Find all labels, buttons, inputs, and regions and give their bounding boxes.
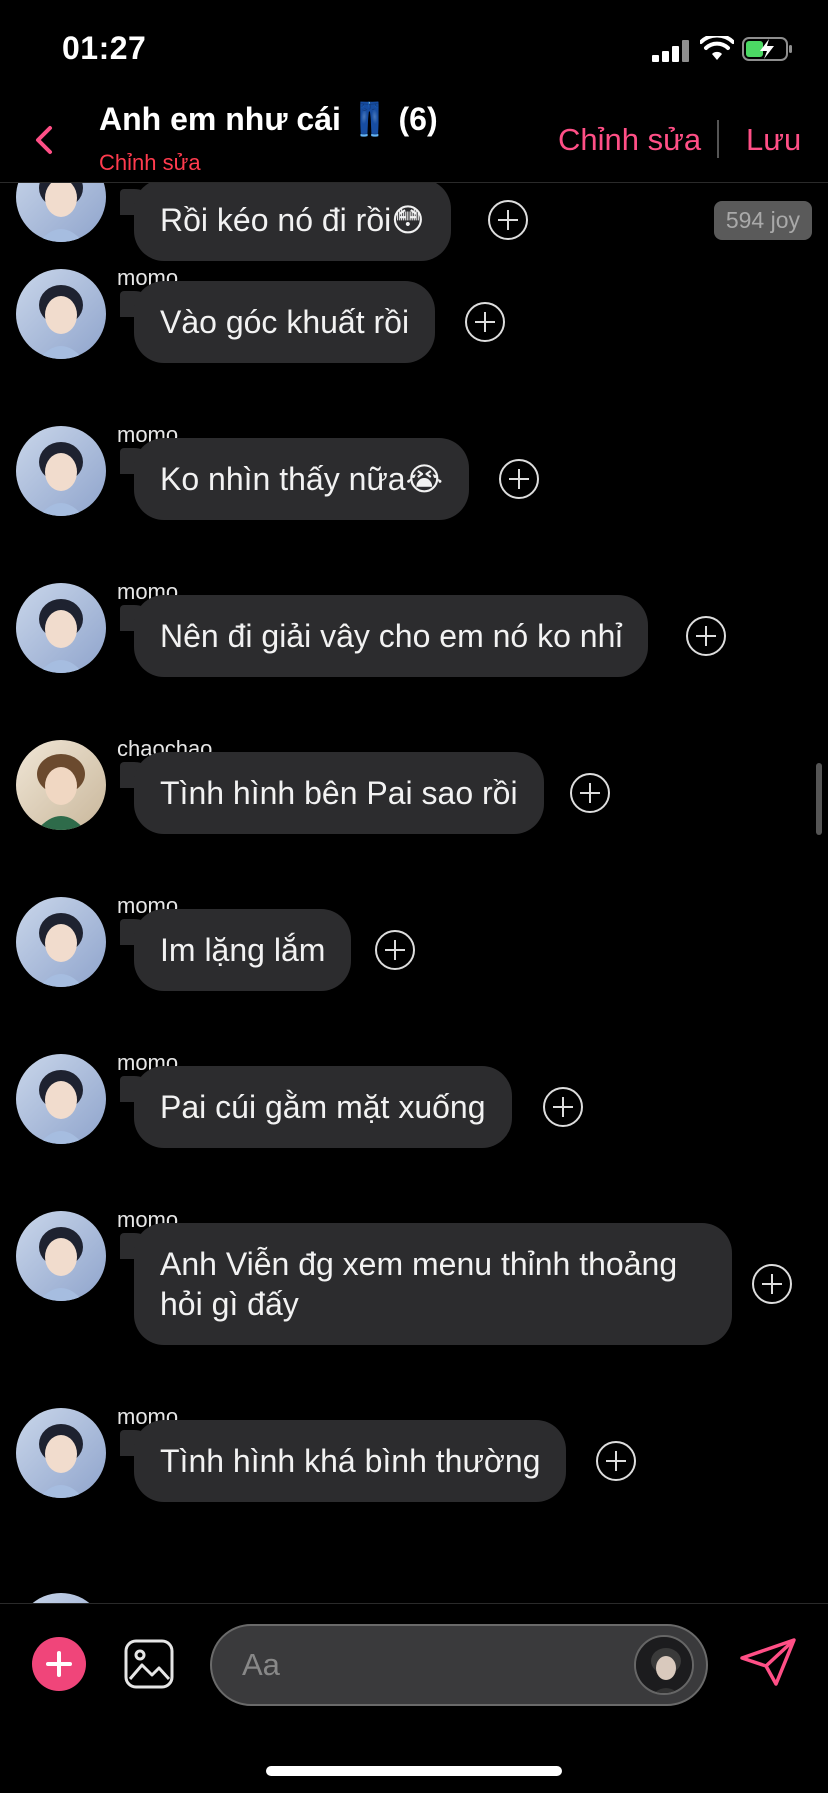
add-reaction-icon[interactable] <box>499 459 539 499</box>
message-text: Pai cúi gằm mặt xuống <box>160 1089 486 1125</box>
message-text: Vào góc khuất rồi <box>160 304 410 340</box>
battery-charging-icon <box>742 37 792 61</box>
scrollbar[interactable] <box>816 763 822 835</box>
add-reaction-icon[interactable] <box>752 1264 792 1304</box>
chat-subtitle[interactable]: Chỉnh sửa <box>99 150 201 176</box>
avatar-momo[interactable] <box>16 897 106 987</box>
composer-bar <box>0 1603 828 1793</box>
add-reaction-icon[interactable] <box>488 200 528 240</box>
message-input-wrapper[interactable] <box>210 1624 708 1706</box>
avatar-momo[interactable] <box>16 583 106 673</box>
message-bubble[interactable]: Tình hình bên Pai sao rồi <box>134 752 544 834</box>
message-bubble[interactable]: Anh Viễn đg xem menu thỉnh thoảng hỏi gì… <box>134 1223 732 1345</box>
send-icon[interactable] <box>738 1636 798 1688</box>
avatar-momo[interactable] <box>16 1211 106 1301</box>
add-reaction-icon[interactable] <box>375 930 415 970</box>
cellular-signal-icon <box>652 40 692 62</box>
nav-bar: Anh em như cái 👖 (6) Chỉnh sửa Chỉnh sửa… <box>0 96 828 183</box>
avatar-momo[interactable] <box>16 1593 106 1603</box>
message-bubble[interactable]: Nên đi giải vây cho em nó ko nhỉ <box>134 595 649 677</box>
nav-divider <box>717 120 719 158</box>
avatar-momo[interactable] <box>16 426 106 516</box>
edit-button[interactable]: Chỉnh sửa <box>558 122 701 158</box>
add-button[interactable] <box>32 1637 86 1691</box>
avatar-momo[interactable] <box>16 269 106 359</box>
message-text: Anh Viễn đg xem menu thỉnh thoảng hỏi gì… <box>160 1246 678 1322</box>
message-text: Tình hình bên Pai sao rồi <box>160 775 518 811</box>
message-text: Ko nhìn thấy nữa😭 <box>160 461 443 497</box>
home-indicator <box>266 1766 562 1776</box>
add-reaction-icon[interactable] <box>596 1441 636 1481</box>
add-reaction-icon[interactable] <box>465 302 505 342</box>
message-bubble[interactable]: Tình hình khá bình thường <box>134 1420 567 1502</box>
chevron-left-icon[interactable] <box>28 120 62 160</box>
message-bubble[interactable]: Im lặng lắm <box>134 909 352 991</box>
message-text: Tình hình khá bình thường <box>160 1443 541 1479</box>
message-bubble[interactable]: Vào góc khuất rồi <box>134 281 436 363</box>
message-text: Im lặng lắm <box>160 932 326 968</box>
add-reaction-icon[interactable] <box>686 616 726 656</box>
message-input[interactable] <box>240 1642 624 1688</box>
chat-title: Anh em như cái 👖 (6) <box>99 101 438 137</box>
avatar-momo[interactable] <box>16 1408 106 1498</box>
message-bubble[interactable]: Ko nhìn thấy nữa😭 <box>134 438 469 520</box>
wifi-icon <box>700 36 734 60</box>
status-time: 01:27 <box>62 30 147 66</box>
avatar-chaochao[interactable] <box>16 740 106 830</box>
status-bar: 01:27 <box>0 0 828 96</box>
message-bubble[interactable]: Rồi kéo nó đi rồi😳 <box>134 183 451 261</box>
sticker-avatar-icon[interactable] <box>634 1635 694 1695</box>
message-bubble[interactable]: Pai cúi gằm mặt xuống <box>134 1066 512 1148</box>
save-button[interactable]: Lưu <box>746 122 801 158</box>
avatar-momo[interactable] <box>16 183 106 242</box>
add-reaction-icon[interactable] <box>543 1087 583 1127</box>
message-text: Nên đi giải vây cho em nó ko nhỉ <box>160 618 623 654</box>
message-list[interactable]: Rồi kéo nó đi rồi😳 594 joy momo Vào góc … <box>0 183 828 1603</box>
joy-badge: 594 joy <box>713 201 812 240</box>
message-text: Rồi kéo nó đi rồi😳 <box>160 202 425 238</box>
image-icon[interactable] <box>122 1637 176 1691</box>
avatar-momo[interactable] <box>16 1054 106 1144</box>
add-reaction-icon[interactable] <box>570 773 610 813</box>
